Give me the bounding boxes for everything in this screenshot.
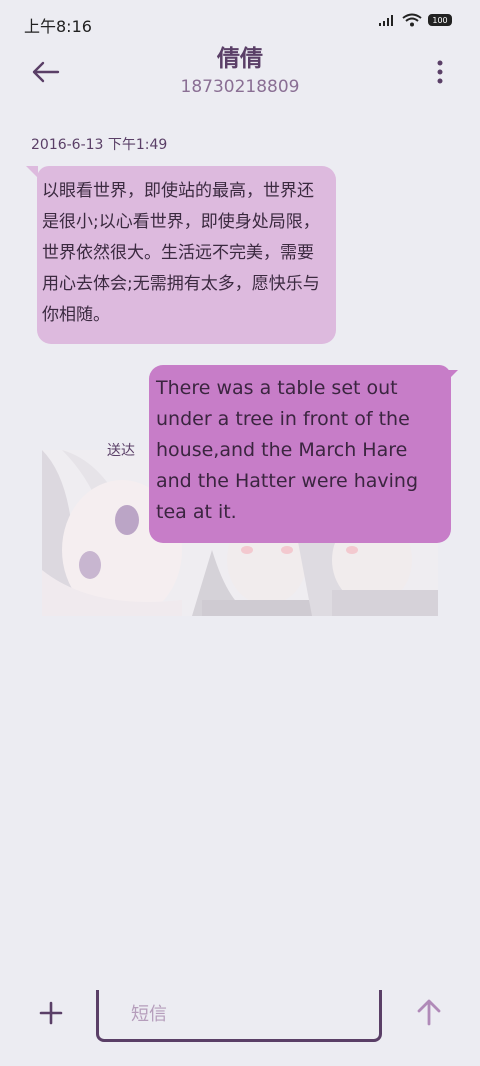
message-composer: [0, 980, 480, 1066]
arrow-up-icon: [417, 999, 441, 1026]
conversation-header: 倩倩 18730218809: [0, 44, 480, 104]
add-attachment-button[interactable]: [38, 1000, 64, 1026]
wifi-icon: [402, 13, 422, 27]
more-button[interactable]: [434, 58, 446, 86]
delivered-status: 送达: [107, 443, 135, 459]
plus-icon: [39, 1001, 63, 1025]
contact-name: 倩倩: [217, 46, 263, 72]
battery-icon: 100: [428, 14, 452, 26]
message-timestamp: 2016-6-13 下午1:49: [31, 137, 168, 153]
more-vertical-icon: [437, 60, 443, 84]
status-time: 上午8:16: [24, 17, 92, 36]
title-block: 倩倩 18730218809: [0, 44, 480, 98]
message-input[interactable]: [96, 990, 382, 1042]
outgoing-message-bubble[interactable]: There was a table set out under a tree i…: [149, 365, 451, 543]
status-icons: 100: [378, 13, 452, 27]
contact-number: 18730218809: [180, 77, 300, 97]
status-bar: 上午8:16 100: [0, 0, 480, 44]
send-button[interactable]: [414, 997, 444, 1027]
incoming-message-bubble[interactable]: 以眼看世界，即使站的最高，世界还是很小;以心看世界，即使身处局限，世界依然很大。…: [37, 166, 336, 344]
signal-icon: [379, 15, 393, 26]
